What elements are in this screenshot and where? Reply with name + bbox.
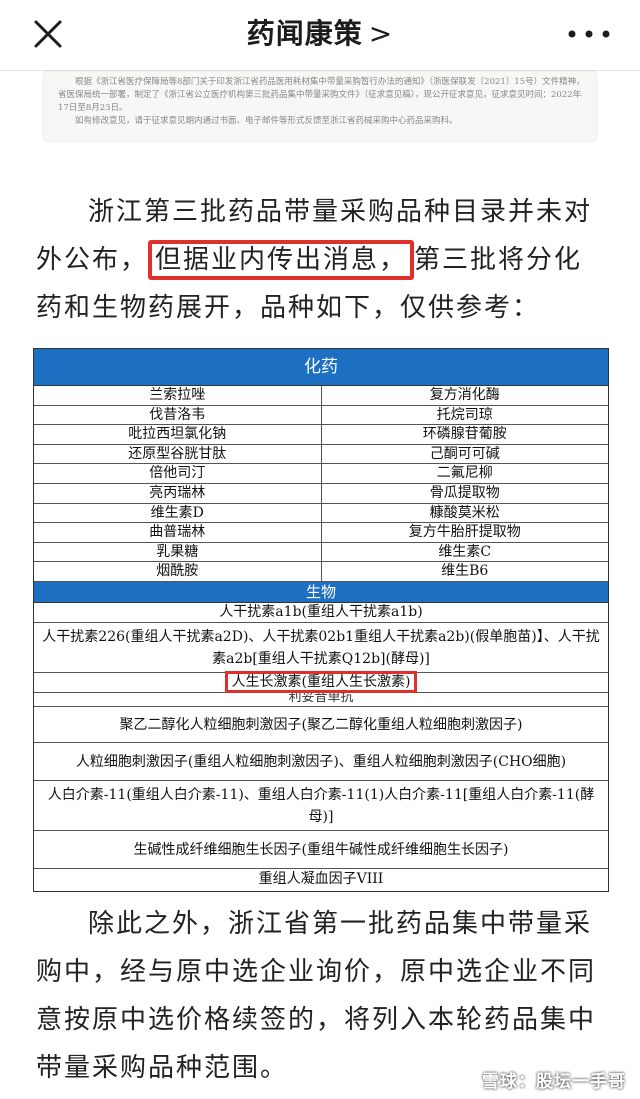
table-cell: 托烷司琼 xyxy=(320,405,609,425)
table-cell: 伐昔洛韦 xyxy=(149,406,206,423)
table-row: 聚乙二醇化人粒细胞刺激因子(聚乙二醇化重组人粒细胞刺激因子) xyxy=(34,707,608,743)
doc-line: 17日至8月23日。 xyxy=(58,103,128,113)
table-cell: 乳果糖 xyxy=(156,543,199,560)
table-cell: 吡拉西坦氯化钠 xyxy=(128,426,227,443)
table-row: 生碱性成纤维细胞生长因子(重组牛碱性成纤维细胞生长因子) xyxy=(34,831,608,869)
table-row: 亮丙瑞林 骨瓜提取物 xyxy=(34,483,609,504)
table-cell: 烟酰胺 xyxy=(156,563,199,580)
drug-list-table: 化药 兰索拉唑 复方消化酶 伐昔洛韦 托烷司琼 吡拉西坦氯化钠 环磷腺苷葡胺 还原型谷胱甘肽… xyxy=(33,348,609,892)
table-cell: 二氟尼柳 xyxy=(320,464,609,483)
table-row: 人生长激素(重组人生长激素) xyxy=(34,670,608,693)
table-row: 人白介素-11(重组人白介素-11)、重组人白介素-11(1)人白介素-11[重… xyxy=(34,781,608,831)
table-cell: 复方牛胎肝提取物 xyxy=(320,523,609,542)
table-row: 曲普瑞林 复方牛胎肝提取物 xyxy=(34,523,608,543)
table-row: 还原型谷胱甘肽 己酮可可碱 xyxy=(34,444,609,465)
para2-text: 除此之外，浙江省第一批药品集中带量采购中，经与原中选企业询价，原中选企业不同意按… xyxy=(36,909,597,1083)
chemical-drugs-rows: 兰索拉唑 复方消化酶伐昔洛韦 托烷司琼吡拉西坦氯化钠 环磷腺苷葡胺还原型谷胱甘肽 己酮可… xyxy=(34,386,608,582)
table-row: 人干扰素226(重组人干扰素a2D)、人干扰素02b1重组人干扰素a2b)(假单… xyxy=(34,623,608,673)
document-image: 根据《浙江省医疗保障局等8部门关于印发浙江省药品医用耗材集中带量采购暂行办法的通… xyxy=(44,72,596,140)
table-cell: 维生素D xyxy=(150,504,204,521)
table-cell: 曲普瑞林 xyxy=(149,524,206,541)
doc-line: 根据《浙江省医疗保障局等8部门关于印发浙江省药品医用耗材集中带量采购暂行办法的通… xyxy=(75,77,582,87)
table-row: 人粒细胞刺激因子(重组人粒细胞刺激因子)、重组人粒细胞刺激因子(CHO细胞) xyxy=(34,743,608,781)
table-row: 兰索拉唑 复方消化酶 xyxy=(34,386,608,406)
table-cell: 骨瓜提取物 xyxy=(320,483,609,503)
account-title-link[interactable]: 药闻康策 > xyxy=(0,16,640,52)
table-row: 重组人凝血因子VIII xyxy=(258,870,384,887)
table-cell: 亮丙瑞林 xyxy=(149,484,206,501)
table-row: 吡拉西坦氯化钠 环磷腺苷葡胺 xyxy=(34,425,608,445)
table-row: 倍他司汀 二氟尼柳 xyxy=(34,464,608,484)
table-cell: 复方消化酶 xyxy=(320,386,609,405)
top-nav-bar: 药闻康策 > xyxy=(0,0,640,71)
table-cell: 倍他司汀 xyxy=(149,465,206,482)
chemical-drugs-header: 化药 xyxy=(34,349,608,386)
doc-line: 如有修改意见，请于征求意见期内通过书面、电子邮件等形式反馈至浙江省药械采购中心药… xyxy=(75,116,458,126)
highlighted-phrase: 但据业内传出消息， xyxy=(148,240,415,280)
table-cell: 糠酸莫米松 xyxy=(320,503,609,523)
biological-drugs-header: 生物 xyxy=(34,581,608,603)
table-row: 伐昔洛韦 托烷司琼 xyxy=(34,405,609,426)
highlighted-cell: 人生长激素(重组人生长激素) xyxy=(224,670,418,693)
more-options-icon[interactable] xyxy=(566,22,612,46)
table-row: 利妥昔单抗 xyxy=(34,693,608,707)
snowball-watermark: 雪球：股坛一手哥 xyxy=(482,1067,626,1092)
table-row: 维生素D 糠酸莫米松 xyxy=(34,503,609,524)
table-cell: 兰索拉唑 xyxy=(149,387,206,403)
table-cell: 环磷腺苷葡胺 xyxy=(320,425,609,444)
table-cell: 己酮可可碱 xyxy=(320,444,609,464)
table-cell: 还原型谷胱甘肽 xyxy=(128,445,227,462)
watermark-text: 雪球：股坛一手哥 xyxy=(482,1072,626,1092)
article-paragraph-2: 除此之外，浙江省第一批药品集中带量采购中，经与原中选企业询价，原中选企业不同意按… xyxy=(36,900,608,1092)
table-row: 乳果糖 维生素C xyxy=(34,542,609,563)
chevron-right-icon: > xyxy=(368,17,394,50)
table-cell: 维生素C xyxy=(320,542,609,562)
article-paragraph-1: 浙江第三批药品带量采购品种目录并未对外公布， 但据业内传出消息， 第三批将分化药和生… xyxy=(36,188,608,332)
table-row: 烟酰胺 维生B6 xyxy=(34,562,608,582)
table-row: 人干扰素a1b(重组人干扰素a1b) xyxy=(34,603,608,623)
doc-line: 省医保局统一部署，制定了《浙江省公立医疗机构第三批药品集中带量采购文件》（征求意… xyxy=(58,90,582,100)
account-name: 药闻康策 xyxy=(246,17,363,50)
table-cell: 维生B6 xyxy=(320,562,609,581)
